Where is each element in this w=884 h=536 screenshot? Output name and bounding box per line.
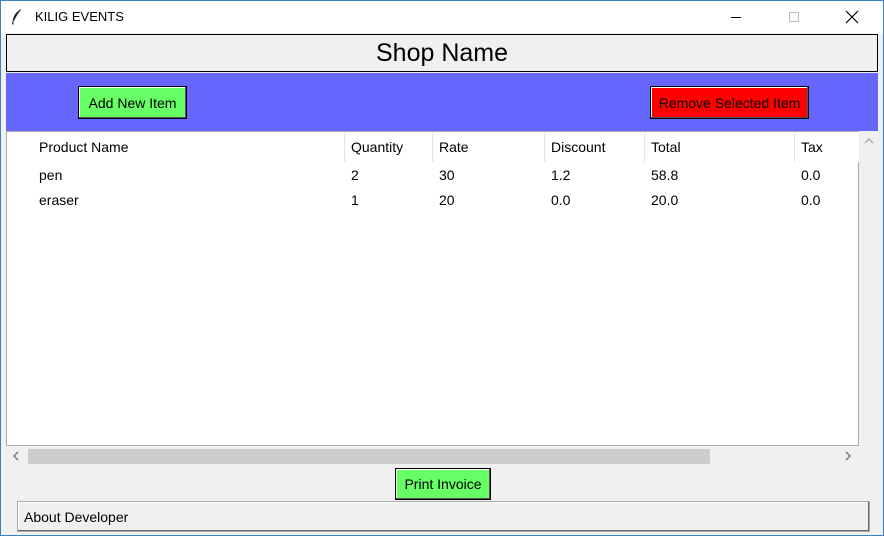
- scroll-right-icon[interactable]: [840, 448, 856, 464]
- vertical-scrollbar[interactable]: [859, 131, 879, 459]
- column-header-tax[interactable]: Tax: [795, 132, 859, 162]
- add-item-button[interactable]: Add New Item: [78, 86, 187, 119]
- cell-quantity: 1: [351, 192, 359, 208]
- cell-discount: 1.2: [551, 167, 571, 183]
- title-bar: KILIG EVENTS: [1, 1, 883, 33]
- column-header-total[interactable]: Total: [645, 132, 795, 162]
- cell-product: pen: [39, 167, 63, 183]
- column-header-discount[interactable]: Discount: [545, 132, 645, 162]
- table-row[interactable]: eraser 1 20 0.0 20.0 0.0: [7, 188, 859, 213]
- maximize-button[interactable]: [771, 1, 817, 33]
- close-button[interactable]: [829, 1, 875, 33]
- cell-discount: 0.0: [551, 192, 571, 208]
- cell-total: 58.8: [651, 167, 679, 183]
- table-row[interactable]: pen 2 30 1.2 58.8 0.0: [7, 163, 859, 188]
- column-header-rate[interactable]: Rate: [433, 132, 545, 162]
- shop-name-label: Shop Name: [6, 34, 878, 72]
- cell-quantity: 2: [351, 167, 359, 183]
- horizontal-scroll-thumb[interactable]: [28, 449, 710, 464]
- print-invoice-button[interactable]: Print Invoice: [395, 468, 491, 500]
- items-table-frame: Product Name Quantity Rate Discount Tota…: [6, 131, 879, 466]
- cell-rate: 30: [439, 167, 455, 183]
- app-window: KILIG EVENTS Shop Name Add New Item Remo…: [0, 0, 884, 536]
- cell-product: eraser: [39, 192, 79, 208]
- column-header-product[interactable]: Product Name: [33, 132, 345, 162]
- minimize-button[interactable]: [713, 1, 759, 33]
- remove-item-button[interactable]: Remove Selected Item: [650, 86, 809, 119]
- items-table[interactable]: Product Name Quantity Rate Discount Tota…: [6, 131, 859, 446]
- scroll-left-icon[interactable]: [8, 448, 24, 464]
- cell-total: 20.0: [651, 192, 679, 208]
- table-header: Product Name Quantity Rate Discount Tota…: [7, 132, 859, 162]
- feather-icon: [10, 8, 24, 26]
- cell-tax: 0.0: [801, 192, 821, 208]
- column-header-quantity[interactable]: Quantity: [345, 132, 433, 162]
- about-developer-button[interactable]: About Developer: [17, 501, 870, 532]
- toolbar: Add New Item Remove Selected Item: [6, 73, 878, 131]
- close-icon: [845, 10, 859, 24]
- maximize-icon: [789, 12, 799, 22]
- horizontal-scrollbar[interactable]: [6, 446, 879, 466]
- minimize-icon: [731, 17, 741, 18]
- cell-rate: 20: [439, 192, 455, 208]
- cell-tax: 0.0: [801, 167, 821, 183]
- window-title: KILIG EVENTS: [35, 9, 124, 24]
- scroll-up-icon[interactable]: [861, 133, 877, 149]
